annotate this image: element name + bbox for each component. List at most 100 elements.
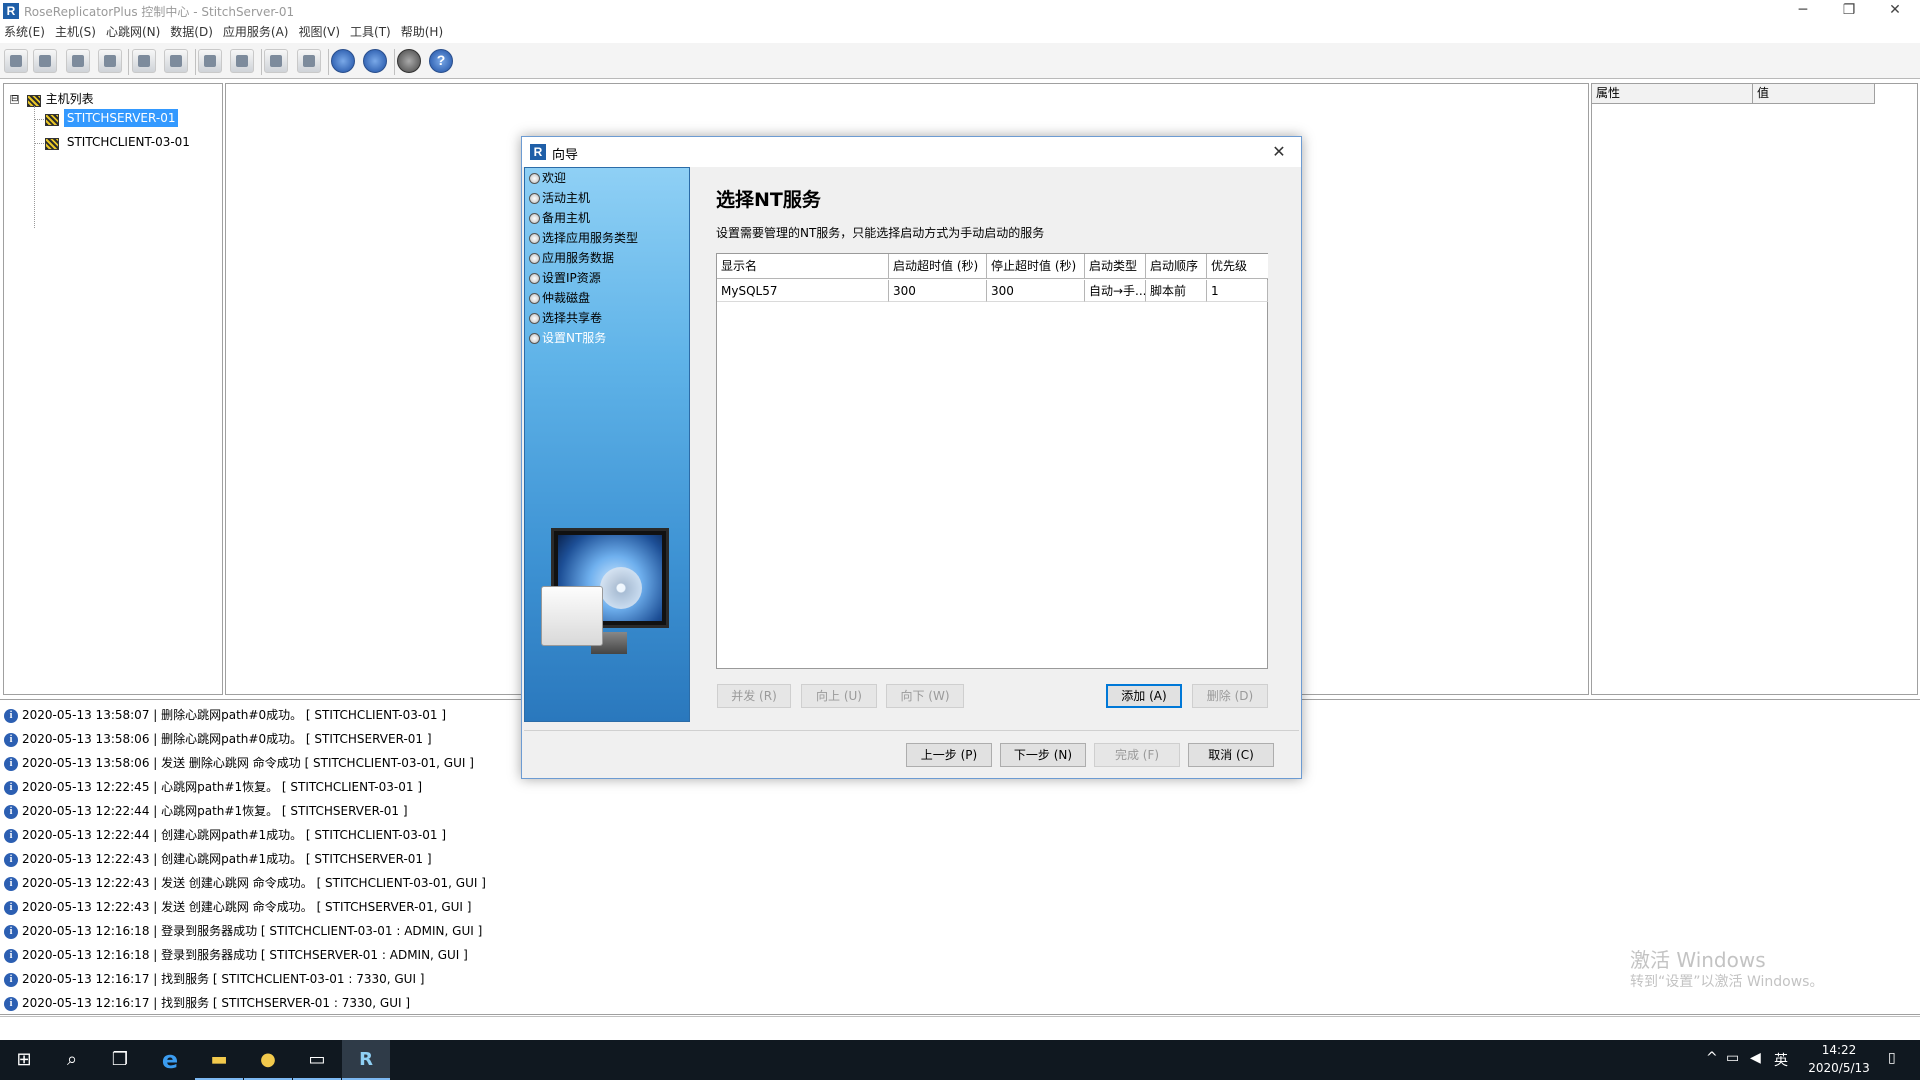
log-entry[interactable]: i 2020-05-13 12:16:17 | 找到服务 [ STITCHCLIE… (4, 967, 425, 991)
clock-date[interactable]: 2020/5/13 (1800, 1061, 1878, 1075)
column-header-start-timeout[interactable]: 启动超时值 (秒) (889, 254, 987, 279)
cell-display-name[interactable]: MySQL57 (717, 280, 889, 302)
search-icon[interactable]: ⌕ (48, 1040, 96, 1080)
step-bullet-icon (529, 213, 540, 224)
copy-icon[interactable] (264, 49, 288, 73)
step-quorum-disk: 仲裁磁盘 (529, 288, 590, 308)
cancel-button[interactable]: 取消 (C) (1188, 743, 1274, 767)
globe-star-icon[interactable] (363, 49, 387, 73)
monitor-in-icon[interactable] (230, 49, 254, 73)
nt-service-table[interactable]: 显示名 启动超时值 (秒) 停止超时值 (秒) 启动类型 启动顺序 优先级 My… (716, 253, 1268, 669)
cell-start-timeout[interactable]: 300 (889, 280, 987, 302)
activation-watermark-hint: 转到“设置”以激活 Windows。 (1630, 974, 1824, 990)
column-header-stop-timeout[interactable]: 停止超时值 (秒) (987, 254, 1085, 279)
step-bullet-icon (529, 293, 540, 304)
column-header-priority[interactable]: 优先级 (1207, 254, 1268, 279)
move-down-button[interactable]: 向下 (W) (886, 684, 964, 708)
cell-start-order[interactable]: 脚本前 (1146, 280, 1207, 302)
menu-app-service[interactable]: 应用服务(A) (219, 22, 295, 42)
file-explorer-icon[interactable]: ▬ (195, 1040, 243, 1080)
paste-icon[interactable] (297, 49, 321, 73)
step-active-host: 活动主机 (529, 188, 590, 208)
log-entry[interactable]: i 2020-05-13 13:58:06 | 发送 删除心跳网 命令成功 [ S… (4, 751, 474, 775)
refresh-icon[interactable] (397, 49, 421, 73)
input-method-indicator[interactable]: 英 (1774, 1050, 1788, 1070)
settings-gear-icon[interactable] (98, 49, 122, 73)
globe-icon[interactable] (331, 49, 355, 73)
page-title: 选择NT服务 (716, 189, 821, 211)
volume-icon[interactable]: ◀ (1750, 1050, 1761, 1066)
info-icon: i (4, 900, 18, 915)
log-entry[interactable]: i 2020-05-13 12:16:18 | 登录到服务器成功 [ STITCH… (4, 919, 482, 943)
log-entry[interactable]: i 2020-05-13 13:58:06 | 删除心跳网path#0成功。 [ … (4, 727, 432, 751)
disc-icon (600, 567, 642, 609)
wizard-close-icon[interactable]: ✕ (1262, 139, 1296, 165)
delete-button[interactable]: 删除 (D) (1192, 684, 1268, 708)
log-entry[interactable]: i 2020-05-13 12:22:43 | 发送 创建心跳网 命令成功。 [ … (4, 871, 486, 895)
menu-heartbeat[interactable]: 心跳网(N) (102, 22, 166, 42)
parallel-button[interactable]: 并发 (R) (717, 684, 791, 708)
column-header-display-name[interactable]: 显示名 (717, 254, 889, 279)
move-up-button[interactable]: 向上 (U) (801, 684, 877, 708)
log-entry[interactable]: i 2020-05-13 12:22:43 | 创建心跳网path#1成功。 [ … (4, 847, 432, 871)
cell-start-type[interactable]: 自动→手... (1085, 280, 1146, 302)
menu-view[interactable]: 视图(V) (294, 22, 346, 42)
tree-item-label: STITCHSERVER-01 (63, 109, 179, 127)
tree-item-stitchserver[interactable]: STITCHSERVER-01 (44, 109, 179, 129)
column-header-start-order[interactable]: 启动顺序 (1146, 254, 1207, 279)
column-header-start-type[interactable]: 启动类型 (1085, 254, 1146, 279)
app-icon-taskbar[interactable]: ● (244, 1040, 292, 1080)
log-entry[interactable]: i 2020-05-13 12:16:18 | 登录到服务器成功 [ STITCH… (4, 943, 468, 967)
menu-tools[interactable]: 工具(T) (346, 22, 397, 42)
property-column-header[interactable]: 属性 (1592, 84, 1753, 104)
info-icon: i (4, 996, 18, 1011)
cell-stop-timeout[interactable]: 300 (987, 280, 1085, 302)
value-column-header[interactable]: 值 (1753, 84, 1875, 104)
page-description: 设置需要管理的NT服务，只能选择启动方式为手动启动的服务 (716, 226, 1045, 240)
start-icon[interactable]: ⊞ (0, 1040, 48, 1080)
console-icon[interactable] (33, 49, 57, 73)
log-entry[interactable]: i 2020-05-13 13:58:07 | 删除心跳网path#0成功。 [ … (4, 703, 446, 727)
terminal-icon[interactable]: ▭ (293, 1040, 341, 1080)
menu-system[interactable]: 系统(E) (0, 22, 51, 42)
log-entry[interactable]: i 2020-05-13 12:22:44 | 心跳网path#1恢复。 [ ST… (4, 799, 408, 823)
back-button[interactable]: 上一步 (P) (906, 743, 992, 767)
menu-help[interactable]: 帮助(H) (397, 22, 449, 42)
step-bullet-icon (529, 193, 540, 204)
info-icon: i (4, 780, 18, 795)
server-icon[interactable] (66, 49, 90, 73)
step-bullet-icon (529, 253, 540, 264)
menu-data[interactable]: 数据(D) (166, 22, 219, 42)
monitor-out-icon[interactable] (198, 49, 222, 73)
collapse-icon[interactable]: ⊟ (10, 95, 19, 104)
finish-button[interactable]: 完成 (F) (1094, 743, 1180, 767)
log-entry[interactable]: i 2020-05-13 12:22:43 | 发送 创建心跳网 命令成功。 [ … (4, 895, 471, 919)
activation-watermark-title: 激活 Windows (1630, 948, 1766, 972)
task-view-icon[interactable]: ❐ (96, 1040, 144, 1080)
upload-icon[interactable] (164, 49, 188, 73)
cell-priority[interactable]: 1 (1207, 280, 1268, 302)
next-button[interactable]: 下一步 (N) (1000, 743, 1086, 767)
clock-time[interactable]: 14:22 (1812, 1043, 1866, 1057)
tray-overflow-icon[interactable]: ^ (1706, 1050, 1718, 1066)
menu-host[interactable]: 主机(S) (51, 22, 102, 42)
log-entry[interactable]: i 2020-05-13 12:22:45 | 心跳网path#1恢复。 [ ST… (4, 775, 422, 799)
download-icon[interactable] (132, 49, 156, 73)
minimize-button[interactable]: ─ (1780, 0, 1826, 22)
tree-root-label: 主机列表 (45, 92, 94, 106)
internet-explorer-icon[interactable]: e (146, 1040, 194, 1080)
close-button[interactable]: ✕ (1872, 0, 1918, 22)
notification-icon[interactable]: ▯ (1888, 1050, 1896, 1066)
network-icon[interactable]: ▭ (1726, 1050, 1739, 1066)
wizard-content: 选择NT服务 设置需要管理的NT服务，只能选择启动方式为手动启动的服务 显示名 … (690, 167, 1300, 722)
log-entry[interactable]: i 2020-05-13 12:22:44 | 创建心跳网path#1成功。 [ … (4, 823, 446, 847)
restore-button[interactable]: ❐ (1826, 0, 1872, 22)
tree-item-stitchclient[interactable]: STITCHCLIENT-03-01 (44, 133, 193, 153)
tree-root[interactable]: ⊟ 主机列表 (10, 90, 94, 108)
add-button[interactable]: 添加 (A) (1106, 684, 1182, 708)
help-icon[interactable]: ? (429, 49, 453, 73)
key-icon[interactable] (4, 49, 28, 73)
step-service-type: 选择应用服务类型 (529, 228, 638, 248)
rose-replicator-icon[interactable]: R (342, 1040, 390, 1080)
log-entry[interactable]: i 2020-05-13 12:16:17 | 找到服务 [ STITCHSERV… (4, 991, 410, 1015)
